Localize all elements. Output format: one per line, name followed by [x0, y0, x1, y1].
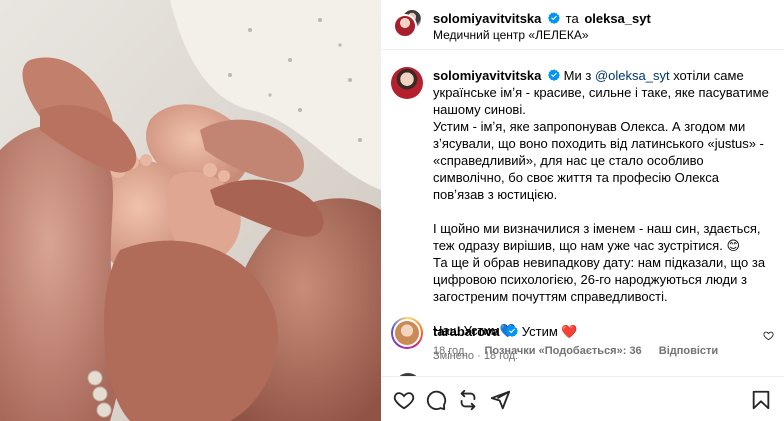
caption-text-1a: Ми з — [563, 68, 592, 83]
caption-paragraph-3: І щойно ми визначилися з іменем - наш си… — [433, 221, 761, 253]
send-plane-icon — [490, 390, 511, 410]
comment-meta: 18 год. Позначки «Подобається»: 36 Відпо… — [433, 345, 732, 357]
save-button[interactable] — [750, 389, 772, 411]
post-details-panel: solomiyavitvitska та oleksa_syt Медичний… — [381, 0, 784, 421]
baby-feet-in-hands-image — [0, 0, 381, 421]
post-header: solomiyavitvitska та oleksa_syt Медичний… — [381, 0, 784, 50]
comment-username[interactable]: tarabarova — [433, 324, 499, 339]
comment-like-heart-icon[interactable] — [763, 330, 774, 341]
reply-button[interactable]: Відповісти — [659, 345, 718, 357]
comment-time[interactable]: 18 год. — [433, 345, 467, 357]
post-authors: solomiyavitvitska та oleksa_syt — [433, 11, 651, 26]
caption-paragraph-2: Устим - імʼя, яке запропонував Олекса. А… — [433, 119, 764, 202]
comment-heart-emoji: ❤️ — [561, 324, 578, 339]
caption-mention[interactable]: @oleksa_syt — [595, 68, 670, 83]
comment-likes[interactable]: Позначки «Подобається»: 36 — [484, 345, 641, 357]
comment-button[interactable] — [425, 389, 447, 411]
post-photo[interactable] — [0, 0, 381, 421]
comment-bubble-icon — [426, 390, 447, 411]
coauthor-username[interactable]: oleksa_syt — [584, 11, 651, 26]
caption-paragraph-4: Та ще й обрав невипадкову дату: нам підк… — [433, 255, 766, 304]
verified-badge-icon — [506, 325, 519, 337]
post-caption: solomiyavitvitska Ми з @oleksa_syt хотіл… — [433, 67, 773, 365]
share-button[interactable] — [489, 389, 511, 411]
caption-paragraph-1: solomiyavitvitska Ми з @oleksa_syt хотіл… — [433, 67, 773, 118]
collab-avatars[interactable] — [393, 8, 423, 42]
author-connector: та — [565, 11, 579, 26]
action-bar — [381, 376, 784, 421]
location-link[interactable]: Медичний центр «ЛЕЛЕКА» — [433, 28, 589, 42]
caption-avatar[interactable] — [391, 67, 423, 99]
comments-scroll-area[interactable]: solomiyavitvitska Ми з @oleksa_syt хотіл… — [381, 51, 784, 376]
repost-button[interactable] — [457, 389, 479, 411]
avatar-solomiya[interactable] — [393, 14, 417, 38]
verified-badge-icon — [548, 69, 561, 81]
author-username[interactable]: solomiyavitvitska — [433, 11, 541, 26]
comment-body: tarabarova Устим ❤️ — [433, 324, 578, 340]
bookmark-icon — [752, 390, 770, 410]
repost-icon — [460, 389, 476, 411]
heart-outline-icon — [393, 392, 415, 410]
comment-text: Устим — [521, 324, 558, 339]
caption-username[interactable]: solomiyavitvitska — [433, 68, 541, 83]
comment-avatar[interactable] — [391, 317, 423, 349]
verified-badge-icon — [548, 12, 561, 24]
like-button[interactable] — [393, 389, 415, 411]
